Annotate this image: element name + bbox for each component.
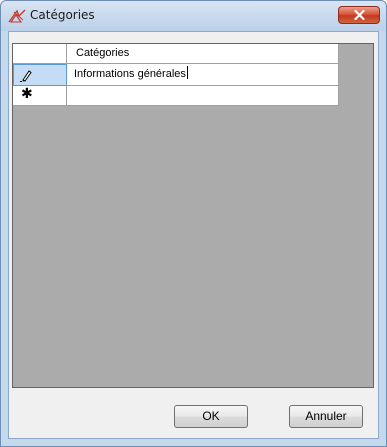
- categories-dialog: Catégories Catégories Informations génér…: [0, 0, 387, 447]
- close-icon: [354, 10, 365, 20]
- categories-grid[interactable]: Catégories Informations générales ✱: [12, 43, 374, 388]
- row-header-new[interactable]: ✱: [13, 86, 67, 106]
- category-cell-new[interactable]: [67, 86, 339, 106]
- grid-corner-cell[interactable]: [13, 44, 67, 64]
- close-button[interactable]: [338, 6, 380, 24]
- text-caret: [186, 66, 188, 79]
- table-row-new[interactable]: ✱: [13, 86, 339, 106]
- row-header-1[interactable]: [13, 64, 67, 86]
- grid-header-row: Catégories: [13, 44, 339, 64]
- new-row-asterisk-icon: ✱: [21, 86, 33, 102]
- cancel-button[interactable]: Annuler: [289, 405, 363, 428]
- column-header-categories[interactable]: Catégories: [67, 44, 339, 64]
- ok-button[interactable]: OK: [174, 405, 248, 428]
- category-value: Informations générales: [74, 68, 186, 80]
- window-title: Catégories: [30, 8, 95, 22]
- categories-app-icon: [8, 8, 26, 24]
- dialog-client-area: Catégories Informations générales ✱ OK A…: [8, 31, 379, 439]
- table-row[interactable]: Informations générales: [13, 64, 339, 86]
- title-bar[interactable]: Catégories: [1, 1, 386, 31]
- category-cell-1[interactable]: Informations générales: [67, 64, 339, 86]
- pencil-icon: [20, 69, 32, 85]
